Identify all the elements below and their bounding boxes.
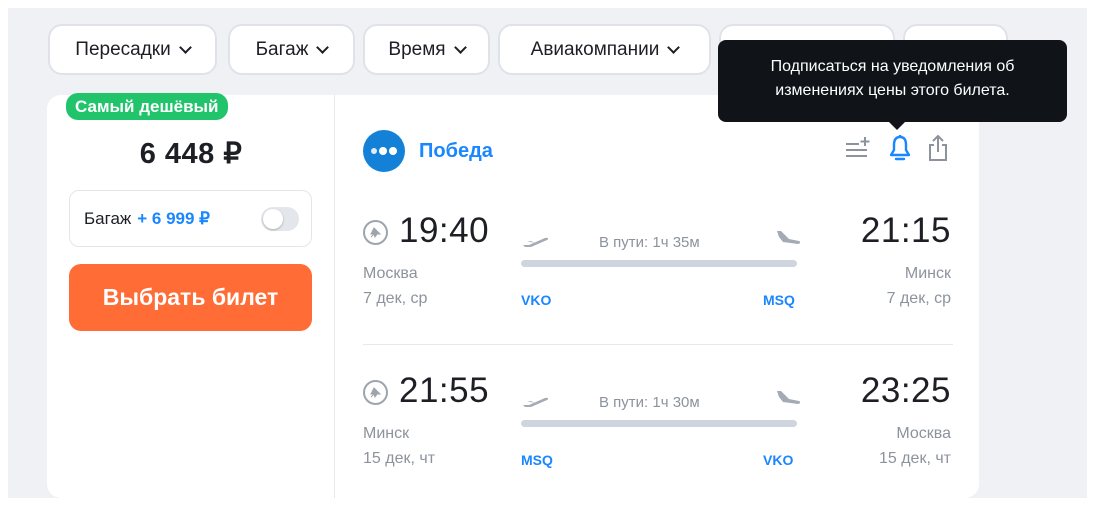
filter-airlines-label: Авиакомпании bbox=[530, 38, 660, 60]
share-icon[interactable] bbox=[924, 133, 952, 163]
flight-track bbox=[521, 420, 797, 427]
chevron-down-icon bbox=[316, 40, 330, 54]
departure-city: Минск bbox=[363, 425, 410, 442]
cheapest-badge: Самый дешёвый bbox=[66, 93, 228, 120]
filter-baggage[interactable]: Багаж bbox=[228, 24, 355, 75]
flight-duration: В пути: 1ч 30м bbox=[599, 394, 700, 411]
ticket-price-panel: 6 448 ₽ Багаж + 6 999 ₽ Выбрать билет bbox=[47, 95, 335, 498]
departure-date: 15 дек, чт bbox=[363, 450, 436, 467]
landing-icon bbox=[773, 225, 803, 249]
arrival-city: Минск bbox=[904, 265, 951, 282]
baggage-extra-price: + 6 999 ₽ bbox=[137, 208, 210, 228]
price-alert-tooltip: Подписаться на уведомления об изменениях… bbox=[718, 40, 1067, 130]
bell-icon[interactable] bbox=[886, 133, 914, 163]
chevron-down-icon bbox=[453, 40, 467, 54]
arrival-time: 23:25 bbox=[860, 371, 951, 410]
tooltip-line-2: изменениях цены этого билета. bbox=[775, 82, 1010, 99]
departure-iata: MSQ bbox=[521, 452, 553, 468]
arrival-iata: VKO bbox=[763, 452, 794, 468]
airline-logo bbox=[363, 130, 405, 172]
chevron-down-icon bbox=[667, 40, 681, 54]
pin-icon[interactable] bbox=[363, 220, 388, 245]
landing-icon bbox=[773, 385, 803, 409]
arrival-iata: MSQ bbox=[763, 292, 795, 308]
filter-transfers[interactable]: Пересадки bbox=[48, 24, 217, 75]
ticket-price: 6 448 ₽ bbox=[139, 138, 243, 170]
departure-date: 7 дек, ср bbox=[363, 290, 428, 307]
tooltip-line-1: Подписаться на уведомления об bbox=[770, 58, 1015, 75]
arrival-time: 21:15 bbox=[860, 211, 951, 250]
select-ticket-button[interactable]: Выбрать билет bbox=[69, 264, 312, 331]
chevron-down-icon bbox=[178, 40, 192, 54]
pin-icon[interactable] bbox=[363, 380, 388, 405]
flight-duration: В пути: 1ч 35м bbox=[599, 234, 700, 251]
baggage-toggle[interactable] bbox=[261, 207, 299, 231]
filter-baggage-label: Багаж bbox=[255, 38, 309, 60]
ticket-card: 6 448 ₽ Багаж + 6 999 ₽ Выбрать билет По… bbox=[47, 93, 979, 498]
segment-divider bbox=[363, 344, 953, 345]
departure-time: 19:40 bbox=[399, 211, 490, 250]
takeoff-icon bbox=[521, 227, 551, 251]
flight-track bbox=[521, 260, 797, 267]
arrival-date: 7 дек, ср bbox=[886, 290, 951, 307]
filter-airlines[interactable]: Авиакомпании bbox=[498, 24, 711, 75]
filter-time[interactable]: Время bbox=[363, 24, 490, 75]
arrival-date: 15 дек, чт bbox=[878, 450, 951, 467]
arrival-city: Москва bbox=[896, 425, 951, 442]
departure-time: 21:55 bbox=[399, 371, 490, 410]
takeoff-icon bbox=[521, 387, 551, 411]
airline-name: Победа bbox=[419, 140, 493, 162]
search-results-area: Пересадки Багаж Время Авиакомпании 6 448… bbox=[8, 8, 1087, 498]
baggage-label: Багаж bbox=[84, 208, 132, 228]
filter-time-label: Время bbox=[388, 38, 446, 60]
add-to-list-icon[interactable] bbox=[844, 133, 872, 163]
departure-city: Москва bbox=[363, 265, 418, 282]
departure-iata: VKO bbox=[521, 292, 552, 308]
baggage-option[interactable]: Багаж + 6 999 ₽ bbox=[69, 190, 312, 247]
filter-transfers-label: Пересадки bbox=[75, 38, 171, 60]
